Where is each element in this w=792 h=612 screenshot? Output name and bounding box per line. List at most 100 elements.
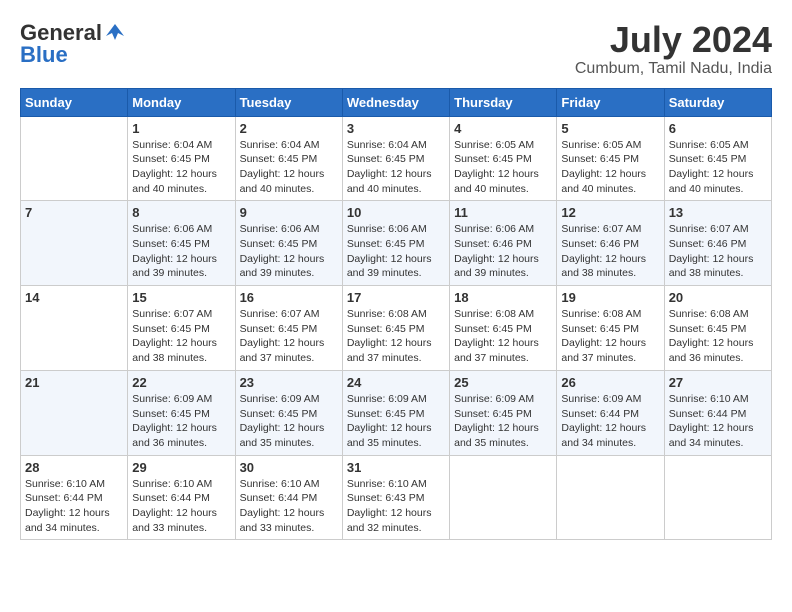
table-row: 25Sunrise: 6:09 AM Sunset: 6:45 PM Dayli… [450, 370, 557, 455]
day-number: 16 [240, 290, 338, 305]
day-number: 31 [347, 460, 445, 475]
day-info: Sunrise: 6:04 AM Sunset: 6:45 PM Dayligh… [240, 138, 338, 197]
table-row: 19 Sunrise: 6:08 AM Sunset: 6:45 PM Dayli… [557, 286, 664, 371]
day-info: Sunrise: 6:04 AM Sunset: 6:45 PM Dayligh… [347, 138, 445, 197]
calendar-week-3: 14 15 Sunrise: 6:07 AM Sunset: 6:45 PM Day… [21, 286, 772, 371]
table-row: 18 Sunrise: 6:08 AM Sunset: 6:45 PM Dayli… [450, 286, 557, 371]
calendar-header-row: Sunday Monday Tuesday Wednesday Thursday… [21, 88, 772, 116]
table-row: 23Sunrise: 6:09 AM Sunset: 6:45 PM Dayli… [235, 370, 342, 455]
logo-bird-icon [104, 22, 126, 44]
day-info: Sunrise: 6:10 AM Sunset: 6:43 PM Dayligh… [347, 477, 445, 536]
day-number: 21 [25, 375, 123, 390]
day-info: Sunrise: 6:05 AM Sunset: 6:45 PM Dayligh… [669, 138, 767, 197]
table-row: 15 Sunrise: 6:07 AM Sunset: 6:45 PM Dayli… [128, 286, 235, 371]
day-number: 7 [25, 205, 123, 220]
day-number: 10 [347, 205, 445, 220]
table-row: 12 Sunrise: 6:07 AM Sunset: 6:46 PM Dayli… [557, 201, 664, 286]
table-row: 13 Sunrise: 6:07 AM Sunset: 6:46 PM Dayli… [664, 201, 771, 286]
day-number: 26 [561, 375, 659, 390]
day-number: 5 [561, 121, 659, 136]
day-number: 24 [347, 375, 445, 390]
day-number: 15 [132, 290, 230, 305]
table-row [664, 455, 771, 540]
day-info: Sunrise: 6:08 AM Sunset: 6:45 PM Dayligh… [561, 307, 659, 366]
day-info: Sunrise: 6:06 AM Sunset: 6:45 PM Dayligh… [347, 222, 445, 281]
day-info: Sunrise: 6:09 AM Sunset: 6:45 PM Dayligh… [347, 392, 445, 451]
day-number: 17 [347, 290, 445, 305]
header-friday: Friday [557, 88, 664, 116]
header-monday: Monday [128, 88, 235, 116]
day-number: 14 [25, 290, 123, 305]
table-row: 14 [21, 286, 128, 371]
day-info: Sunrise: 6:04 AM Sunset: 6:45 PM Dayligh… [132, 138, 230, 197]
table-row: 7 [21, 201, 128, 286]
table-row: 9 Sunrise: 6:06 AM Sunset: 6:45 PM Daylig… [235, 201, 342, 286]
day-number: 19 [561, 290, 659, 305]
table-row: 2 Sunrise: 6:04 AM Sunset: 6:45 PM Daylig… [235, 116, 342, 201]
day-info: Sunrise: 6:05 AM Sunset: 6:45 PM Dayligh… [454, 138, 552, 197]
table-row: 5 Sunrise: 6:05 AM Sunset: 6:45 PM Daylig… [557, 116, 664, 201]
table-row: 29 Sunrise: 6:10 AM Sunset: 6:44 PM Dayli… [128, 455, 235, 540]
day-info: Sunrise: 6:09 AM Sunset: 6:45 PM Dayligh… [454, 392, 552, 451]
day-info: Sunrise: 6:08 AM Sunset: 6:45 PM Dayligh… [347, 307, 445, 366]
table-row: 3 Sunrise: 6:04 AM Sunset: 6:45 PM Daylig… [342, 116, 449, 201]
header-tuesday: Tuesday [235, 88, 342, 116]
day-info: Sunrise: 6:06 AM Sunset: 6:45 PM Dayligh… [132, 222, 230, 281]
table-row: 17 Sunrise: 6:08 AM Sunset: 6:45 PM Dayli… [342, 286, 449, 371]
day-info: Sunrise: 6:10 AM Sunset: 6:44 PM Dayligh… [132, 477, 230, 536]
calendar-week-5: 28Sunrise: 6:10 AM Sunset: 6:44 PM Dayli… [21, 455, 772, 540]
table-row: 27Sunrise: 6:10 AM Sunset: 6:44 PM Dayli… [664, 370, 771, 455]
day-number: 13 [669, 205, 767, 220]
day-info: Sunrise: 6:10 AM Sunset: 6:44 PM Dayligh… [25, 477, 123, 536]
day-number: 3 [347, 121, 445, 136]
day-info: Sunrise: 6:08 AM Sunset: 6:45 PM Dayligh… [454, 307, 552, 366]
day-number: 18 [454, 290, 552, 305]
page-header: General Blue July 2024 Cumbum, Tamil Nad… [20, 20, 772, 78]
header-thursday: Thursday [450, 88, 557, 116]
month-title: July 2024 [575, 20, 772, 60]
table-row: 30Sunrise: 6:10 AM Sunset: 6:44 PM Dayli… [235, 455, 342, 540]
day-info: Sunrise: 6:05 AM Sunset: 6:45 PM Dayligh… [561, 138, 659, 197]
logo: General Blue [20, 20, 126, 68]
table-row: 1 Sunrise: 6:04 AM Sunset: 6:45 PM Daylig… [128, 116, 235, 201]
table-row: 21 [21, 370, 128, 455]
table-row: 20 Sunrise: 6:08 AM Sunset: 6:45 PM Dayli… [664, 286, 771, 371]
table-row: 16 Sunrise: 6:07 AM Sunset: 6:45 PM Dayli… [235, 286, 342, 371]
table-row [21, 116, 128, 201]
day-info: Sunrise: 6:08 AM Sunset: 6:45 PM Dayligh… [669, 307, 767, 366]
header-saturday: Saturday [664, 88, 771, 116]
logo-blue-text: Blue [20, 42, 68, 68]
day-number: 27 [669, 375, 767, 390]
header-wednesday: Wednesday [342, 88, 449, 116]
calendar-week-4: 21 22 Sunrise: 6:09 AM Sunset: 6:45 PM Day… [21, 370, 772, 455]
location-title: Cumbum, Tamil Nadu, India [575, 60, 772, 78]
day-number: 6 [669, 121, 767, 136]
day-number: 22 [132, 375, 230, 390]
day-number: 20 [669, 290, 767, 305]
day-info: Sunrise: 6:09 AM Sunset: 6:44 PM Dayligh… [561, 392, 659, 451]
table-row: 8 Sunrise: 6:06 AM Sunset: 6:45 PM Daylig… [128, 201, 235, 286]
day-number: 11 [454, 205, 552, 220]
day-number: 9 [240, 205, 338, 220]
table-row: 10 Sunrise: 6:06 AM Sunset: 6:45 PM Dayli… [342, 201, 449, 286]
day-info: Sunrise: 6:07 AM Sunset: 6:46 PM Dayligh… [561, 222, 659, 281]
table-row: 26 Sunrise: 6:09 AM Sunset: 6:44 PM Dayli… [557, 370, 664, 455]
day-info: Sunrise: 6:10 AM Sunset: 6:44 PM Dayligh… [240, 477, 338, 536]
day-number: 29 [132, 460, 230, 475]
day-number: 4 [454, 121, 552, 136]
table-row: 4 Sunrise: 6:05 AM Sunset: 6:45 PM Daylig… [450, 116, 557, 201]
day-number: 8 [132, 205, 230, 220]
calendar-table: Sunday Monday Tuesday Wednesday Thursday… [20, 88, 772, 541]
table-row: 28Sunrise: 6:10 AM Sunset: 6:44 PM Dayli… [21, 455, 128, 540]
title-area: July 2024 Cumbum, Tamil Nadu, India [575, 20, 772, 78]
day-number: 2 [240, 121, 338, 136]
day-info: Sunrise: 6:07 AM Sunset: 6:45 PM Dayligh… [240, 307, 338, 366]
day-info: Sunrise: 6:06 AM Sunset: 6:45 PM Dayligh… [240, 222, 338, 281]
day-info: Sunrise: 6:06 AM Sunset: 6:46 PM Dayligh… [454, 222, 552, 281]
day-info: Sunrise: 6:07 AM Sunset: 6:45 PM Dayligh… [132, 307, 230, 366]
table-row: 24 Sunrise: 6:09 AM Sunset: 6:45 PM Dayli… [342, 370, 449, 455]
day-info: Sunrise: 6:07 AM Sunset: 6:46 PM Dayligh… [669, 222, 767, 281]
calendar-week-2: 78 Sunrise: 6:06 AM Sunset: 6:45 PM Dayli… [21, 201, 772, 286]
day-number: 1 [132, 121, 230, 136]
day-number: 12 [561, 205, 659, 220]
